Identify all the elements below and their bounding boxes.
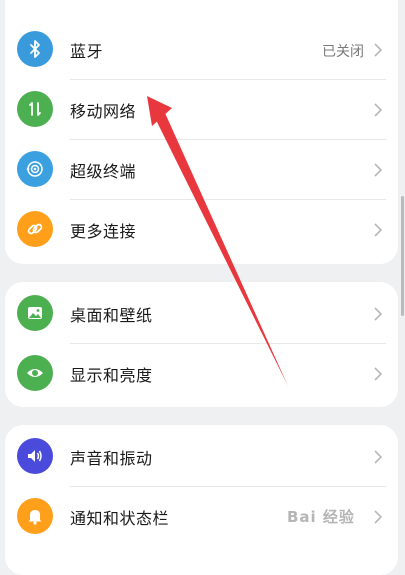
chevron-right-icon xyxy=(374,367,383,381)
eye-icon xyxy=(17,355,53,391)
bluetooth-icon xyxy=(17,31,53,67)
settings-item-label: 更多连接 xyxy=(70,222,137,241)
settings-item-sound[interactable]: 声音和振动 xyxy=(5,427,398,487)
settings-item-label: 桌面和壁纸 xyxy=(70,306,153,325)
settings-item-more-connections[interactable]: 更多连接 xyxy=(5,200,398,260)
chevron-right-icon xyxy=(374,307,383,321)
settings-item-label: 显示和亮度 xyxy=(70,366,153,385)
settings-item-label: 蓝牙 xyxy=(70,42,104,61)
settings-item-label: 移动网络 xyxy=(70,102,137,121)
settings-item-label: 声音和振动 xyxy=(70,449,153,468)
link-icon xyxy=(17,211,53,247)
chevron-right-icon xyxy=(374,450,383,464)
settings-item-display[interactable]: 显示和亮度 xyxy=(5,344,398,404)
settings-item-mobile-network[interactable]: 移动网络 xyxy=(5,80,398,140)
bell-icon xyxy=(17,498,53,534)
settings-item-bluetooth[interactable]: 蓝牙 已关闭 xyxy=(5,20,398,80)
bluetooth-status: 已关闭 xyxy=(322,44,364,60)
wallpaper-icon xyxy=(17,295,53,331)
scrollbar[interactable] xyxy=(401,196,404,316)
super-device-icon xyxy=(17,151,53,187)
settings-item-wallpaper[interactable]: 桌面和壁纸 xyxy=(5,284,398,344)
settings-item-super-device[interactable]: 超级终端 xyxy=(5,140,398,200)
chevron-right-icon xyxy=(374,43,383,57)
sound-notification-group: 声音和振动 通知和状态栏 xyxy=(5,425,398,575)
settings-item-label: 通知和状态栏 xyxy=(70,509,170,528)
chevron-right-icon xyxy=(374,103,383,117)
connectivity-group: 蓝牙 已关闭 移动网络 超级终端 更多连接 xyxy=(5,0,398,264)
speaker-icon xyxy=(17,438,53,474)
chevron-right-icon xyxy=(374,223,383,237)
mobile-network-icon xyxy=(17,91,53,127)
chevron-right-icon xyxy=(374,510,383,524)
display-group: 桌面和壁纸 显示和亮度 xyxy=(5,282,398,407)
settings-item-label: 超级终端 xyxy=(70,162,137,181)
watermark: Bai 经验 xyxy=(287,508,355,526)
chevron-right-icon xyxy=(374,163,383,177)
